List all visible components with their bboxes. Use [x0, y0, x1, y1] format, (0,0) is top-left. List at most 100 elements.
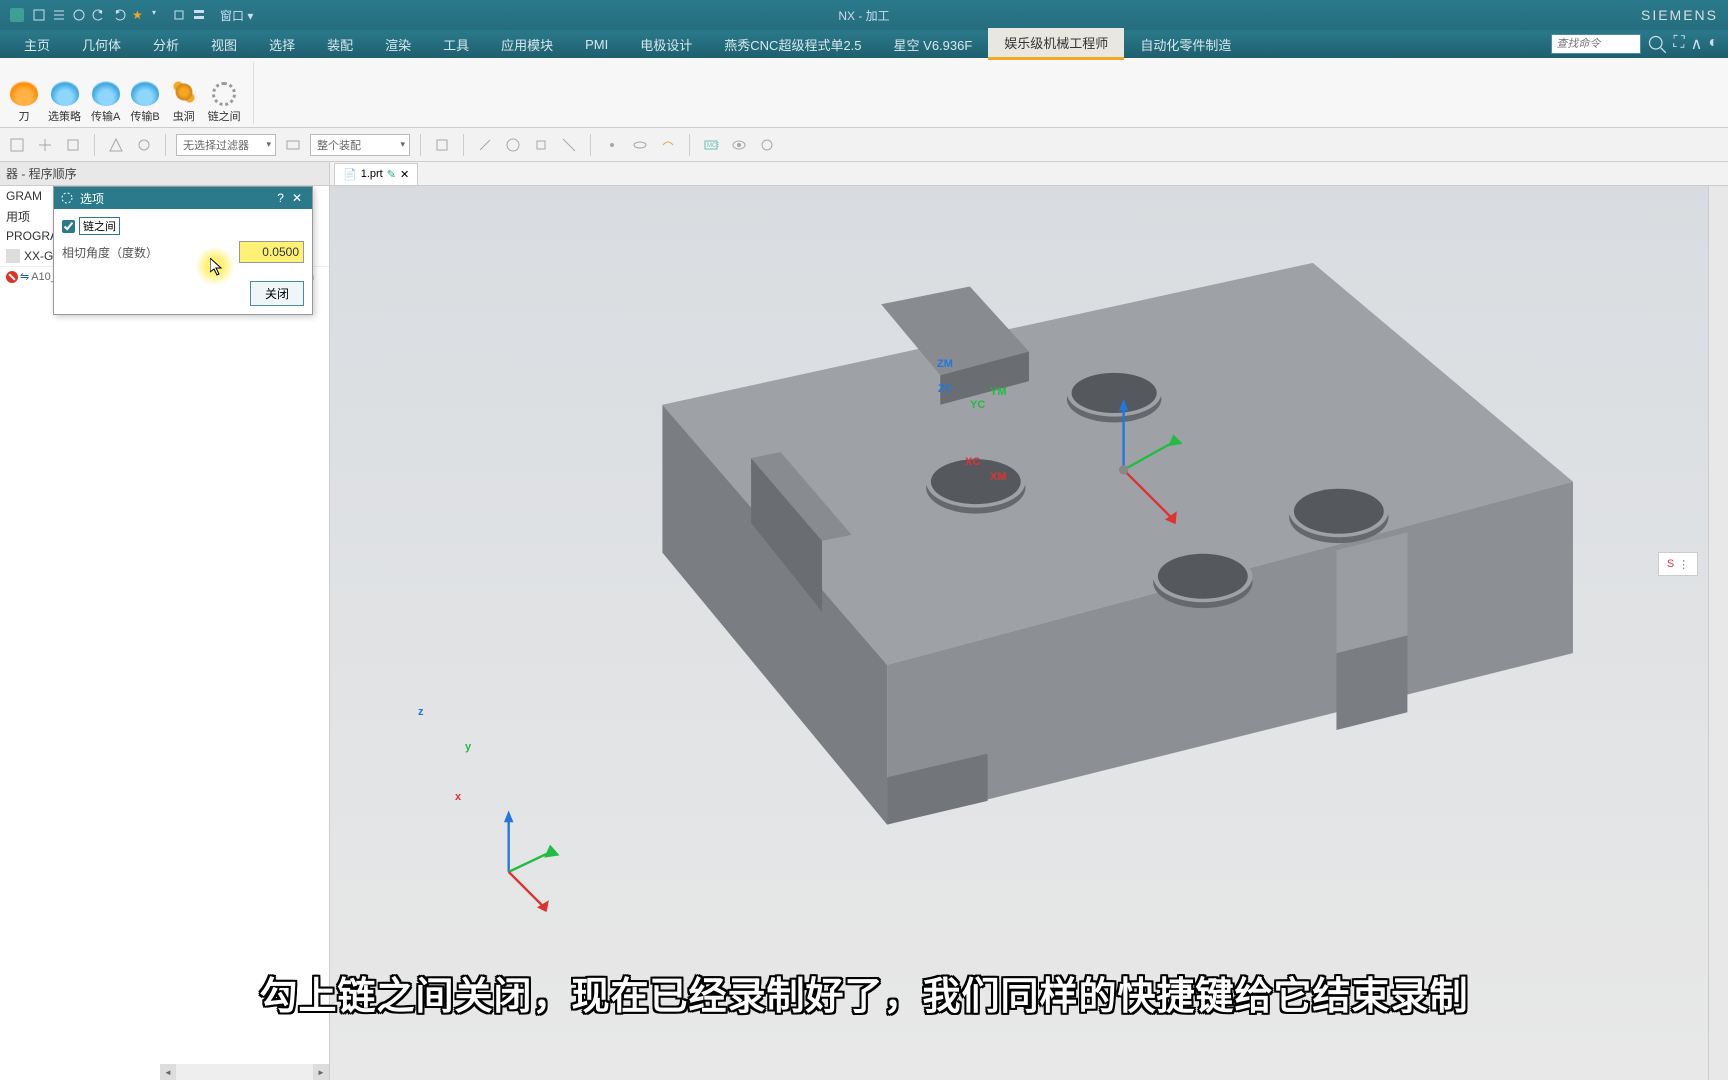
dialog-title-text: 选项	[80, 190, 104, 207]
viewport-tab-1[interactable]: 📄 1.prt ✎ ✕	[334, 163, 418, 185]
flame-orange-icon	[10, 78, 38, 106]
tangent-angle-input[interactable]	[239, 241, 304, 263]
quick-access-buttons: ★ ▾	[32, 8, 206, 22]
scroll-left-icon[interactable]: ◄	[160, 1064, 176, 1080]
flame-blue-icon	[92, 78, 120, 106]
ribbon-label: 传输A	[91, 108, 120, 124]
flame-blue-icon	[131, 78, 159, 106]
menu-pmi[interactable]: PMI	[569, 32, 624, 57]
star-icon[interactable]: ★	[132, 8, 146, 22]
help-icon[interactable]: ◐	[1708, 34, 1718, 54]
brand-label: SIEMENS	[1641, 7, 1718, 23]
qa-btn-4[interactable]	[172, 8, 186, 22]
main-area: 器 - 程序顺序 选项 ? ✕ 链之间 相切角度（度数）	[0, 162, 1728, 1080]
viewport-canvas[interactable]: ZM ZC YM YC XC XM z y x	[330, 186, 1728, 1080]
mini-axis-z: z	[418, 706, 424, 718]
menu-xingkong[interactable]: 星空 V6.936F	[878, 30, 989, 59]
tb-btn-6[interactable]	[282, 134, 304, 156]
svg-text:MCS: MCS	[707, 143, 719, 149]
chain-between-label: 链之间	[79, 217, 120, 235]
tb-btn-7[interactable]	[431, 134, 453, 156]
ribbon-btn-chain[interactable]: 链之间	[208, 82, 241, 124]
mini-axis-y: y	[465, 741, 471, 753]
menu-analysis[interactable]: 分析	[137, 30, 195, 59]
menu-view[interactable]: 视图	[195, 30, 253, 59]
tb-btn-4[interactable]	[105, 134, 127, 156]
menu-cnc[interactable]: 燕秀CNC超级程式单2.5	[708, 30, 877, 59]
ribbon-btn-transfer-b[interactable]: 传输B	[130, 78, 159, 124]
tb-btn-9[interactable]	[502, 134, 524, 156]
redo-icon[interactable]	[112, 8, 126, 22]
ribbon-btn-transfer-a[interactable]: 传输A	[91, 78, 120, 124]
tb-btn-15[interactable]: MCS	[700, 134, 722, 156]
ribbon-btn-knife[interactable]: 刀	[10, 78, 38, 124]
filter-combo-2[interactable]: 整个装配	[310, 134, 410, 156]
menu-render[interactable]: 渲染	[369, 30, 427, 59]
fullscreen-icon[interactable]: ⛶	[1673, 34, 1684, 54]
tb-btn-3[interactable]	[62, 134, 84, 156]
tb-btn-1[interactable]	[6, 134, 28, 156]
tb-btn-12[interactable]	[601, 134, 623, 156]
menu-select[interactable]: 选择	[253, 30, 311, 59]
gear-icon	[212, 82, 236, 106]
scroll-right-icon[interactable]: ►	[313, 1064, 329, 1080]
dialog-help-icon[interactable]: ?	[273, 191, 288, 205]
viewport-dock[interactable]	[1708, 186, 1728, 1080]
menu-tools[interactable]: 工具	[427, 30, 485, 59]
menu-home[interactable]: 主页	[8, 30, 66, 59]
folder-icon	[6, 249, 20, 263]
tb-btn-8[interactable]	[474, 134, 496, 156]
operation-navigator: 器 - 程序顺序 选项 ? ✕ 链之间 相切角度（度数）	[0, 162, 330, 1080]
mini-axis-x: x	[455, 791, 461, 803]
menu-auto-part[interactable]: 自动化零件制造	[1124, 30, 1247, 59]
search-icon[interactable]	[1647, 34, 1667, 54]
vp-s-button[interactable]: S⋮	[1658, 552, 1698, 576]
part-render	[330, 186, 1728, 1080]
dropdown-icon[interactable]: ▾	[152, 8, 166, 22]
menu-assembly[interactable]: 装配	[311, 30, 369, 59]
dialog-titlebar[interactable]: 选项 ? ✕	[54, 187, 312, 209]
menu-electrode[interactable]: 电极设计	[624, 30, 708, 59]
axis-xm: XM	[990, 471, 1007, 483]
tb-btn-10[interactable]	[530, 134, 552, 156]
ribbon-btn-wormhole[interactable]: 虫洞	[170, 78, 198, 124]
flame-blue-icon	[51, 78, 79, 106]
graphics-viewport[interactable]: 📄 1.prt ✎ ✕	[330, 162, 1728, 1080]
menu-app-module[interactable]: 应用模块	[485, 30, 569, 59]
worm-icon	[170, 78, 198, 106]
tab-close-icon[interactable]: ✕	[400, 168, 409, 181]
tb-btn-5[interactable]	[133, 134, 155, 156]
ribbon-btn-strategy[interactable]: 选策略	[48, 78, 81, 124]
undo-icon[interactable]	[92, 8, 106, 22]
axis-zm: ZM	[937, 358, 953, 370]
menu-bar: 主页 几何体 分析 视图 选择 装配 渲染 工具 应用模块 PMI 电极设计 燕…	[0, 30, 1728, 58]
horizontal-scrollbar[interactable]: ◄ ►	[160, 1064, 329, 1080]
dialog-close-icon[interactable]: ✕	[288, 191, 306, 205]
qa-btn-5[interactable]	[192, 8, 206, 22]
menu-geometry[interactable]: 几何体	[66, 30, 137, 59]
dialog-body: 链之间 相切角度（度数）	[54, 209, 312, 277]
qa-btn-3[interactable]	[72, 8, 86, 22]
chain-between-checkbox[interactable]	[62, 220, 75, 233]
part-icon: 📄	[343, 168, 357, 181]
dialog-close-button[interactable]: 关闭	[250, 281, 304, 306]
collapse-icon[interactable]: ∧	[1691, 34, 1703, 54]
qa-btn-1[interactable]	[32, 8, 46, 22]
axis-ym: YM	[990, 386, 1007, 398]
filter-combo-1[interactable]: 无选择过滤器	[176, 134, 276, 156]
tb-btn-14[interactable]	[657, 134, 679, 156]
axis-zc: ZC	[938, 383, 953, 395]
qa-btn-2[interactable]	[52, 8, 66, 22]
window-menu[interactable]: 窗口 ▾	[214, 7, 259, 24]
tb-btn-11[interactable]	[558, 134, 580, 156]
selection-toolbar: 无选择过滤器 整个装配 MCS	[0, 128, 1728, 162]
error-icon	[6, 271, 18, 283]
options-dialog: 选项 ? ✕ 链之间 相切角度（度数） 关闭	[53, 186, 313, 315]
tb-btn-2[interactable]	[34, 134, 56, 156]
command-search-input[interactable]	[1551, 34, 1641, 54]
tb-btn-13[interactable]	[629, 134, 651, 156]
tb-btn-17[interactable]	[756, 134, 778, 156]
menu-engineer[interactable]: 娱乐级机械工程师	[988, 28, 1124, 60]
ribbon-label: 传输B	[130, 108, 159, 124]
tb-btn-16[interactable]	[728, 134, 750, 156]
